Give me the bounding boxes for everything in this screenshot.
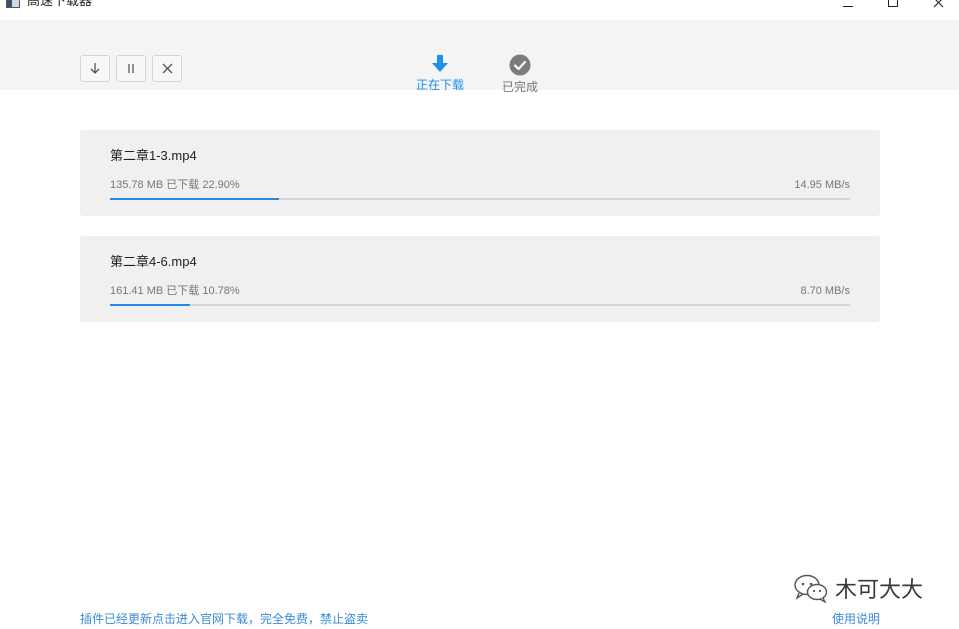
tab-downloading-label: 正在下载 (415, 78, 464, 92)
file-name: 第二章4-6.mp4 (110, 254, 197, 269)
check-circle-icon (509, 54, 531, 76)
watermark: 木可大大 (793, 572, 923, 604)
progress-percent: 22.90% (202, 179, 240, 191)
file-size: 161.41 MB (110, 285, 164, 297)
tab-completed[interactable]: 已完成 (480, 54, 560, 94)
maximize-icon (888, 0, 898, 7)
progress-percent: 10.78% (202, 285, 240, 297)
download-stats: 161.41 MB 已下载 10.78% (110, 285, 240, 298)
progress-fill (110, 304, 190, 306)
close-icon (162, 63, 172, 74)
file-name: 第二章1-3.mp4 (110, 148, 197, 163)
download-stats: 135.78 MB 已下载 22.90% (110, 179, 240, 192)
toolbar: 正在下载 已完成 (0, 20, 959, 94)
close-button[interactable] (915, 0, 959, 12)
update-notice-link[interactable]: 插件已经更新点击进入官网下载，完全免费，禁止盗卖 (80, 612, 368, 626)
file-size: 135.78 MB (110, 179, 164, 191)
download-arrow-icon (432, 55, 448, 72)
tab-downloading[interactable]: 正在下载 (400, 54, 480, 92)
pause-icon (128, 64, 134, 73)
watermark-text: 木可大大 (835, 578, 924, 603)
minimize-button[interactable] (825, 0, 871, 12)
app-icon (6, 0, 20, 8)
maximize-button[interactable] (870, 0, 916, 12)
download-item[interactable]: 第二章4-6.mp4 161.41 MB 已下载 10.78% 8.70 MB/… (80, 236, 880, 322)
download-item[interactable]: 第二章1-3.mp4 135.78 MB 已下载 22.90% 14.95 MB… (80, 130, 880, 216)
download-all-button[interactable] (80, 55, 110, 82)
cancel-all-button[interactable] (152, 55, 182, 82)
wechat-icon (794, 574, 828, 603)
title-bar: 高速下载器 (0, 0, 959, 20)
window-title: 高速下载器 (27, 0, 93, 8)
pause-all-button[interactable] (116, 55, 146, 82)
minimize-icon (843, 5, 853, 7)
help-link[interactable]: 使用说明 (832, 612, 880, 626)
progress-bar (110, 304, 850, 306)
tab-completed-label: 已完成 (501, 80, 538, 94)
download-speed: 14.95 MB/s (794, 179, 850, 191)
progress-fill (110, 198, 280, 200)
download-speed: 8.70 MB/s (800, 285, 850, 297)
status-label: 已下载 (166, 179, 200, 191)
progress-bar (110, 198, 850, 200)
arrow-down-icon (90, 63, 100, 74)
close-icon (933, 0, 943, 7)
status-label: 已下载 (166, 285, 200, 297)
